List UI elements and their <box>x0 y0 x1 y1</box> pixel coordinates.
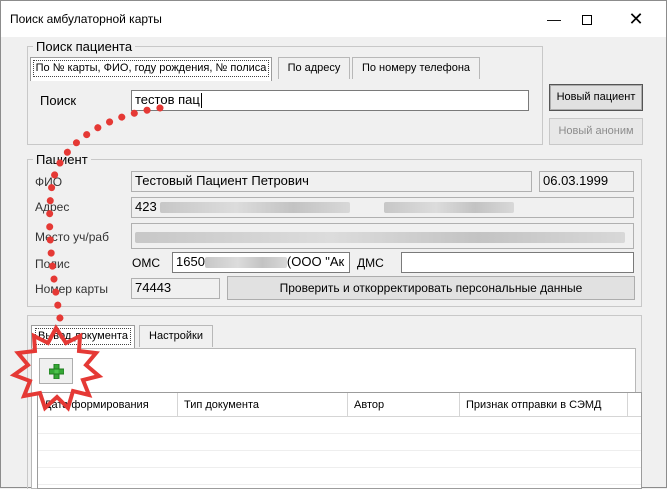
tab-search-by-phone[interactable]: По номеру телефона <box>352 57 480 79</box>
main-window: Поиск амбулаторной карты — ✕ Поиск пацие… <box>0 0 667 489</box>
oms-policy-field[interactable]: 1650 (ООО "Ак <box>172 252 350 273</box>
work-field <box>131 223 634 249</box>
new-anonymous-button[interactable]: Новый аноним <box>549 118 643 145</box>
window-title: Поиск амбулаторной карты <box>10 12 162 26</box>
redacted-address-2 <box>383 202 514 214</box>
tab-search-by-address[interactable]: По адресу <box>278 57 350 79</box>
search-label: Поиск <box>40 93 77 108</box>
patient-group-legend: Пациент <box>33 152 91 167</box>
redacted-work <box>135 232 625 244</box>
card-number-field: 74443 <box>131 278 220 299</box>
dms-label: ДМС <box>357 256 384 270</box>
tab-output-document[interactable]: Вывод документа <box>31 325 135 349</box>
verify-personal-data-button[interactable]: Проверить и откорректировать персональны… <box>227 276 635 300</box>
documents-table: Дата формирования Тип документа Автор Пр… <box>37 392 642 489</box>
col-type[interactable]: Тип документа <box>178 393 348 417</box>
close-icon[interactable]: ✕ <box>613 1 659 37</box>
add-document-button[interactable] <box>39 358 73 384</box>
tab-settings[interactable]: Настройки <box>139 325 213 347</box>
address-field: 423 <box>131 197 634 218</box>
documents-table-header: Дата формирования Тип документа Автор Пр… <box>38 393 641 417</box>
table-row[interactable] <box>38 469 641 485</box>
address-label: Адрес <box>35 200 70 214</box>
table-row[interactable] <box>38 418 641 434</box>
col-semd-flag[interactable]: Признак отправки в СЭМД <box>460 393 628 417</box>
table-row[interactable] <box>38 435 641 451</box>
maximize-icon[interactable] <box>564 1 610 37</box>
search-group-legend: Поиск пациента <box>33 39 136 54</box>
search-input[interactable]: тестов пац <box>131 90 529 111</box>
fio-label: ФИО <box>35 175 63 189</box>
birthdate-field: 06.03.1999 <box>539 171 634 192</box>
fio-field: Тестовый Пациент Петрович <box>131 171 532 192</box>
card-number-label: Номер карты <box>35 282 108 296</box>
col-date[interactable]: Дата формирования <box>38 393 178 417</box>
plus-icon <box>48 363 65 380</box>
table-row[interactable] <box>38 452 641 468</box>
tab-search-by-card[interactable]: По № карты, ФИО, году рождения, № полиса <box>30 57 272 81</box>
policy-label: Полис <box>35 257 70 271</box>
dms-policy-field[interactable] <box>401 252 634 273</box>
col-author[interactable]: Автор <box>348 393 460 417</box>
work-label: Место уч/раб <box>35 230 109 244</box>
redacted-address <box>160 202 351 214</box>
oms-label: ОМС <box>132 256 160 270</box>
redacted-policy <box>204 257 287 269</box>
title-bar: Поиск амбулаторной карты — ✕ <box>1 1 666 37</box>
new-patient-button[interactable]: Новый пациент <box>549 84 643 111</box>
